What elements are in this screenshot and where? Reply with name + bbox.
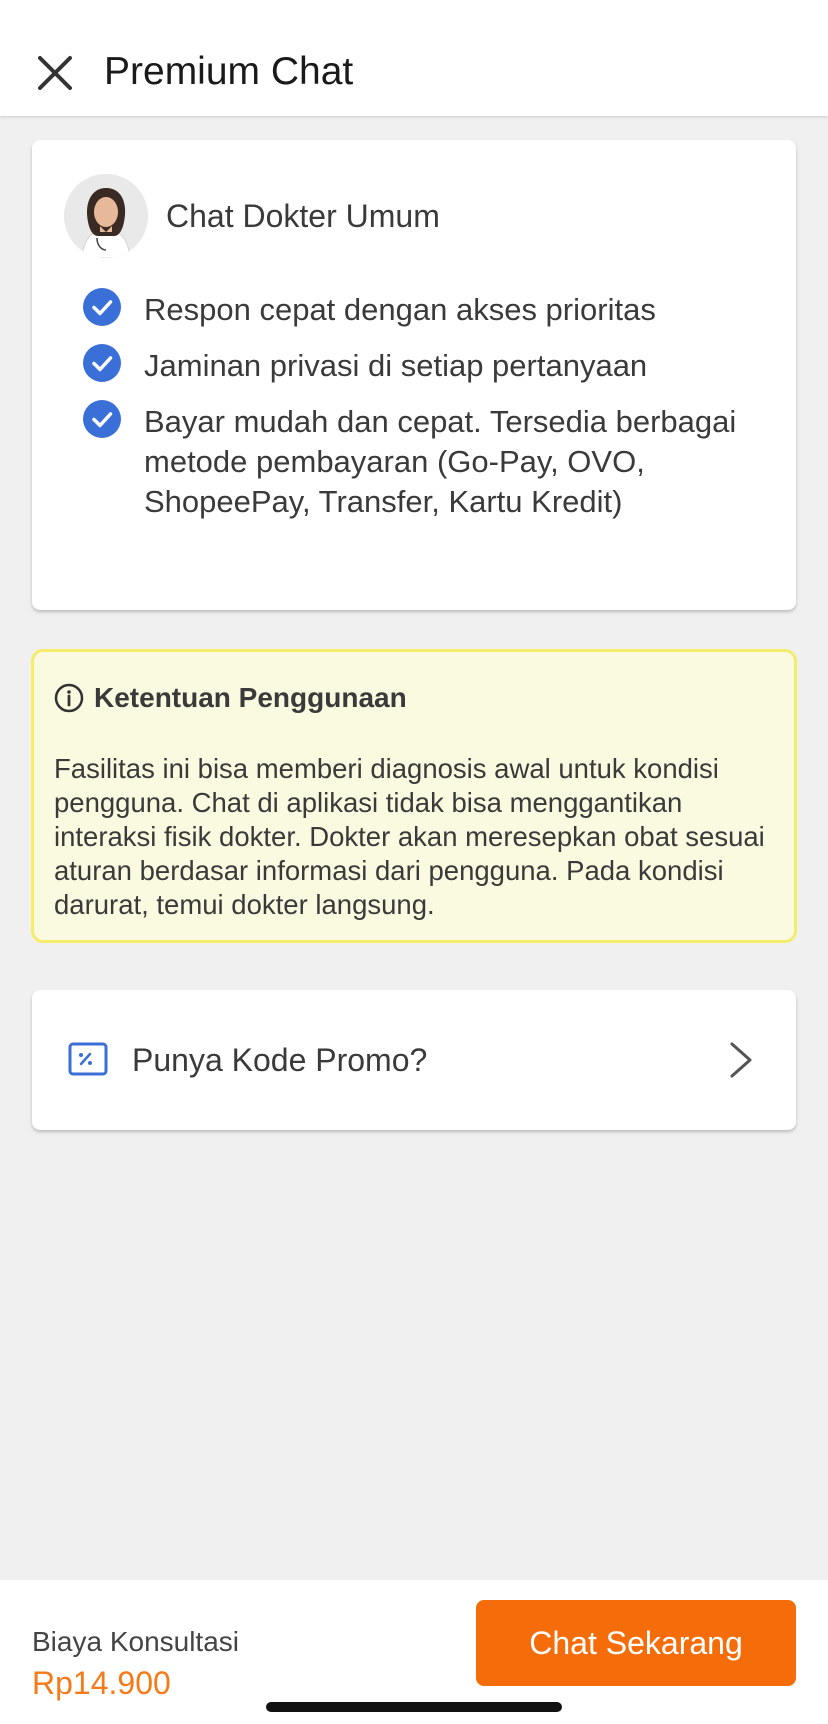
service-card: Chat Dokter Umum Respon cepat dengan aks… xyxy=(32,140,796,610)
chat-now-button[interactable]: Chat Sekarang xyxy=(476,1600,796,1686)
feature-list: Respon cepat dengan akses prioritas Jami… xyxy=(50,288,770,538)
feature-text: Bayar mudah dan cepat. Tersedia berbagai… xyxy=(144,404,737,519)
notice-title-text: Ketentuan Penggunaan xyxy=(94,682,407,713)
check-circle-icon xyxy=(83,344,121,382)
feature-text: Jaminan privasi di setiap pertanyaan xyxy=(144,348,648,383)
check-circle-icon xyxy=(83,288,121,326)
notice-body: Fasilitas ini bisa memberi diagnosis awa… xyxy=(54,753,765,920)
promo-label: Punya Kode Promo? xyxy=(132,1042,428,1078)
chevron-right-icon xyxy=(730,1042,752,1078)
terms-notice: Ketentuan Penggunaan Fasilitas ini bisa … xyxy=(31,649,797,943)
page-title: Premium Chat xyxy=(104,50,354,93)
close-icon[interactable] xyxy=(34,52,76,94)
bottom-bar: Biaya Konsultasi Rp14.900 Chat Sekarang xyxy=(0,1580,828,1724)
feature-item: Bayar mudah dan cepat. Tersedia berbagai… xyxy=(50,400,770,522)
fee-label: Biaya Konsultasi xyxy=(32,1626,240,1657)
service-name: Chat Dokter Umum xyxy=(166,198,440,234)
feature-item: Jaminan privasi di setiap pertanyaan xyxy=(50,344,770,386)
check-circle-icon xyxy=(83,400,121,438)
feature-text: Respon cepat dengan akses prioritas xyxy=(144,292,656,327)
fee-value: Rp14.900 xyxy=(32,1665,171,1701)
feature-item: Respon cepat dengan akses prioritas xyxy=(50,288,770,330)
promo-code-button[interactable]: Punya Kode Promo? xyxy=(32,990,796,1130)
home-indicator xyxy=(266,1702,562,1712)
info-icon xyxy=(54,683,84,713)
coupon-icon xyxy=(68,1042,108,1076)
doctor-avatar xyxy=(64,174,148,258)
app-header: Premium Chat xyxy=(0,0,828,116)
notice-title: Ketentuan Penggunaan xyxy=(54,680,407,716)
